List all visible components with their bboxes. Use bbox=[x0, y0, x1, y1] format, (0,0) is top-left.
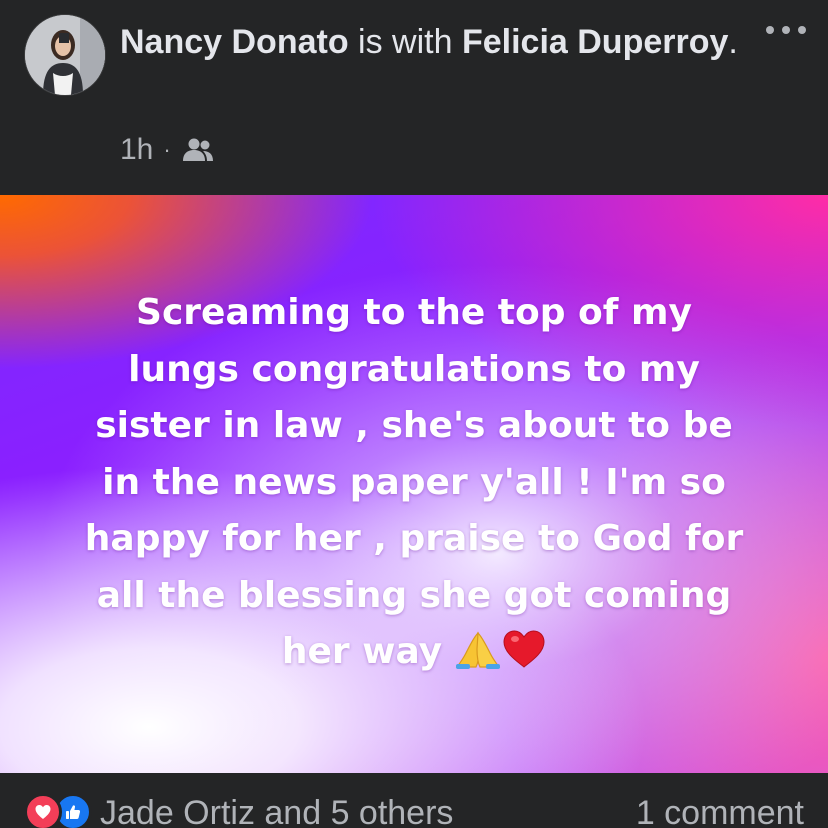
post-line: lungs congratulations to my bbox=[128, 348, 700, 390]
meta-separator: · bbox=[163, 137, 171, 162]
author-avatar[interactable] bbox=[24, 14, 106, 96]
post-line: her way bbox=[281, 631, 443, 672]
post-meta: 1h · bbox=[120, 130, 215, 170]
author-name[interactable]: Nancy Donato bbox=[120, 23, 349, 61]
post-line: sister in law , she's about to be bbox=[95, 405, 733, 446]
avatar-photo bbox=[25, 15, 105, 95]
post-text: Screaming to the top of my lungs congrat… bbox=[40, 285, 788, 681]
post-time[interactable]: 1h bbox=[120, 133, 153, 167]
post-line: in the news paper y'all ! I'm so bbox=[102, 461, 726, 503]
love-reaction-icon bbox=[24, 793, 62, 828]
folded-hands-emoji bbox=[455, 631, 501, 669]
tagged-name[interactable]: Felicia Duperroy bbox=[462, 23, 728, 61]
comment-count[interactable]: 1 comment bbox=[636, 791, 804, 828]
post-line: all the blessing she got coming bbox=[96, 574, 732, 616]
more-horizontal-icon[interactable] bbox=[766, 18, 806, 42]
post-header: Nancy Donato is with Felicia Duperroy. 1… bbox=[0, 0, 828, 195]
post-author-line: Nancy Donato is with Felicia Duperroy. bbox=[120, 18, 740, 66]
friends-icon[interactable] bbox=[181, 137, 215, 163]
post-line: happy for her , praise to God for bbox=[84, 518, 744, 559]
reactions-summary[interactable]: Jade Ortiz and 5 others bbox=[100, 791, 453, 828]
with-text: is with bbox=[358, 23, 453, 61]
post-footer: Jade Ortiz and 5 others 1 comment bbox=[0, 773, 828, 828]
post-line: Screaming to the top of my bbox=[136, 292, 692, 333]
reaction-icons[interactable] bbox=[24, 793, 92, 828]
tagged-suffix: . bbox=[728, 23, 738, 61]
emoji-group bbox=[454, 629, 546, 669]
post-background: Screaming to the top of my lungs congrat… bbox=[0, 195, 828, 773]
red-heart-emoji bbox=[503, 630, 545, 668]
